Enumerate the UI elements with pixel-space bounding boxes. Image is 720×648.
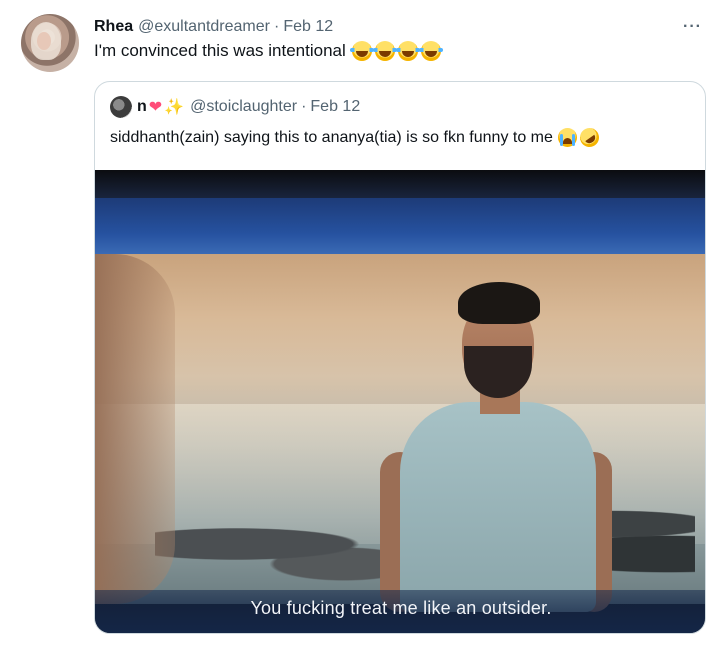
tweet-text: I'm convinced this was intentional [94,41,443,61]
separator-dot: · [273,18,280,35]
man-figure [380,282,612,612]
author-name[interactable]: Rhea [94,18,133,36]
separator-dot: · [301,98,307,115]
blurred-foreground [95,254,175,604]
quoted-tweet-body: siddhanth(zain) saying this to ananya(ti… [110,128,553,146]
quoted-tweet[interactable]: n ❤ ✨ @stoiclaughter · Feb 12 siddhanth(… [94,81,706,634]
loudly-crying-face-icon [557,128,577,147]
quoted-author-name-text: n [137,98,147,115]
tv-screen-top [95,198,705,258]
tweet-header: Rhea @exultantdreamer · Feb 12 [94,15,333,39]
subtitle-text: You fucking treat me like an outsider. [250,598,552,618]
more-options-icon[interactable]: ··· [683,18,702,36]
quoted-author-name[interactable]: n ❤ ✨ [137,97,184,117]
quoted-author-handle[interactable]: @stoiclaughter [190,98,297,116]
man-shirt [400,402,596,612]
quoted-tweet-header: n ❤ ✨ @stoiclaughter · Feb 12 [137,96,360,118]
avatar-face [37,32,51,50]
quoted-tweet-text: siddhanth(zain) saying this to ananya(ti… [110,124,603,151]
author-handle[interactable]: @exultantdreamer [138,18,270,36]
tears-of-joy-icon [418,41,443,61]
tweet-date[interactable]: Feb 12 [283,18,333,36]
tv-bezel [95,170,705,200]
tweet-body: I'm convinced this was intentional [94,41,346,60]
rolling-on-floor-laughing-icon [576,124,603,151]
man-beard [464,346,532,398]
tweet[interactable]: Rhea @exultantdreamer · Feb 12 ··· I'm c… [0,0,720,648]
man-hair [458,282,540,324]
author-avatar[interactable] [21,14,79,72]
heart-icon: ❤ [148,99,163,116]
tears-of-joy-icon [372,41,397,61]
tears-of-joy-icon [349,41,374,61]
quoted-author-avatar[interactable] [110,96,132,118]
tears-of-joy-icon [395,41,420,61]
quoted-tweet-date[interactable]: Feb 12 [310,98,360,116]
quoted-tweet-image[interactable]: You fucking treat me like an outsider. [95,170,705,633]
sparkles-icon: ✨ [164,99,185,116]
